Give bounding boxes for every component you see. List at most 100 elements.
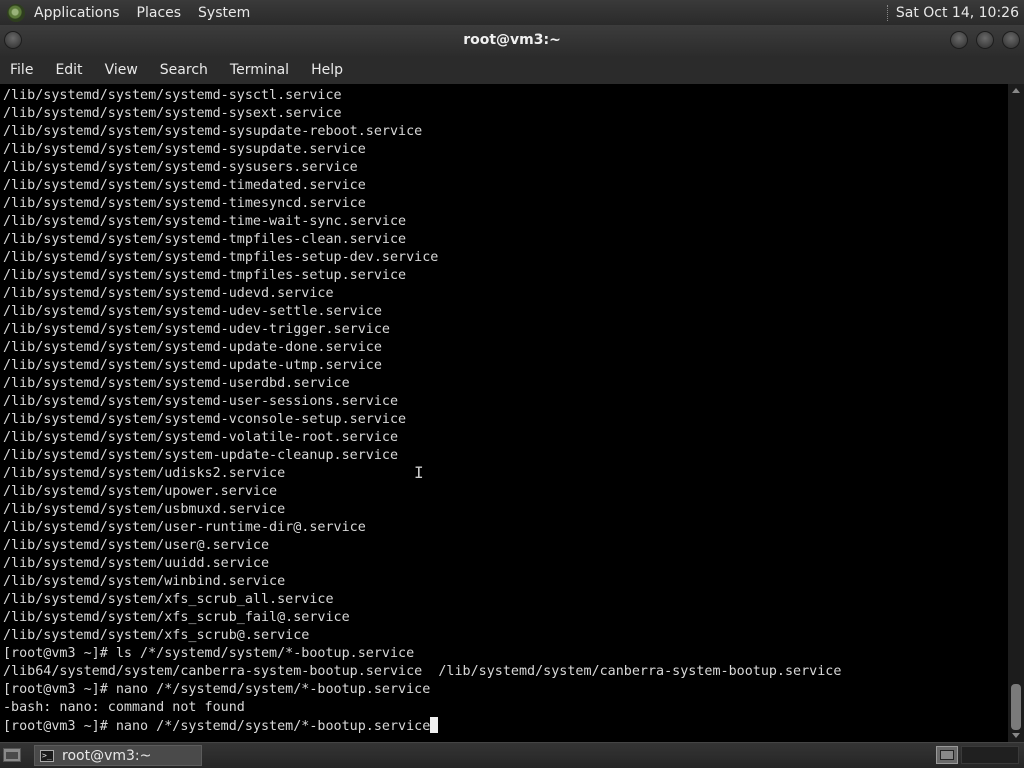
scrollbar-thumb[interactable] (1011, 684, 1021, 730)
terminal-line: /lib/systemd/system/systemd-tmpfiles-set… (3, 249, 841, 267)
terminal-line-text: /lib/systemd/system/user-runtime-dir@.se… (3, 520, 366, 535)
terminal-line: /lib/systemd/system/user@.service (3, 537, 841, 555)
terminal-line-text: /lib/systemd/system/systemd-update-done.… (3, 340, 382, 355)
top-panel: Applications Places System Sat Oct 14, 1… (0, 0, 1024, 25)
terminal-line: /lib64/systemd/system/canberra-system-bo… (3, 663, 841, 681)
show-desktop-icon[interactable] (3, 748, 21, 762)
terminal-line-text: /lib/systemd/system/systemd-update-utmp.… (3, 358, 382, 373)
system-menu[interactable]: System (189, 5, 258, 21)
terminal-line: /lib/systemd/system/systemd-sysupdate-re… (3, 123, 841, 141)
terminal-line: /lib/systemd/system/systemd-volatile-roo… (3, 429, 841, 447)
terminal-line: /lib/systemd/system/systemd-user-session… (3, 393, 841, 411)
terminal-line: /lib/systemd/system/systemd-sysext.servi… (3, 105, 841, 123)
terminal-line: /lib/systemd/system/systemd-time-wait-sy… (3, 213, 841, 231)
terminal-line-text: /lib/systemd/system/user@.service (3, 538, 270, 553)
terminal-line: /lib/systemd/system/systemd-userdbd.serv… (3, 375, 841, 393)
taskbar-item-terminal[interactable]: >_ root@vm3:~ (34, 745, 202, 766)
terminal-line: /lib/systemd/system/systemd-tmpfiles-cle… (3, 231, 841, 249)
terminal-line: /lib/systemd/system/xfs_scrub@.service (3, 627, 841, 645)
menu-edit[interactable]: Edit (44, 62, 93, 78)
terminal-line-text: /lib/systemd/system/system-update-cleanu… (3, 448, 399, 463)
terminal-line-text: [root@vm3 ~]# nano /*/systemd/system/*-b… (3, 682, 431, 697)
terminal-line-text: /lib/systemd/system/upower.service (3, 484, 278, 499)
terminal-line-text: /lib/systemd/system/systemd-sysupdate-re… (3, 124, 423, 139)
terminal-icon: >_ (40, 749, 54, 762)
minimize-button[interactable] (950, 31, 968, 49)
terminal-line: /lib/systemd/system/uuidd.service (3, 555, 841, 573)
terminal-line-text: /lib/systemd/system/usbmuxd.service (3, 502, 286, 517)
terminal-line: /lib/systemd/system/user-runtime-dir@.se… (3, 519, 841, 537)
terminal-line-text: /lib/systemd/system/systemd-timesyncd.se… (3, 196, 366, 211)
terminal-line: /lib/systemd/system/systemd-udevd.servic… (3, 285, 841, 303)
menu-help[interactable]: Help (300, 62, 354, 78)
scroll-up-arrow-icon[interactable] (1012, 88, 1020, 93)
terminal-line-text: /lib/systemd/system/systemd-tmpfiles-set… (3, 250, 439, 265)
workspace-switcher-icon[interactable] (936, 746, 958, 764)
terminal-line: /lib/systemd/system/systemd-sysctl.servi… (3, 87, 841, 105)
terminal-line-text: /lib/systemd/system/systemd-sysupdate.se… (3, 142, 366, 157)
terminal-line-text: /lib64/systemd/system/canberra-system-bo… (3, 664, 842, 679)
terminal-line-text: /lib/systemd/system/udisks2.service (3, 466, 286, 481)
terminal-line-text: /lib/systemd/system/systemd-udev-settle.… (3, 304, 382, 319)
terminal-line: [root@vm3 ~]# ls /*/systemd/system/*-boo… (3, 645, 841, 663)
maximize-button[interactable] (976, 31, 994, 49)
terminal-line: [root@vm3 ~]# nano /*/systemd/system/*-b… (3, 681, 841, 699)
terminal-line-text: /lib/systemd/system/winbind.service (3, 574, 286, 589)
terminal-line: /lib/systemd/system/xfs_scrub_all.servic… (3, 591, 841, 609)
terminal-lines: /lib/systemd/system/systemd-sysctl.servi… (3, 87, 841, 735)
terminal-line-text: /lib/systemd/system/systemd-user-session… (3, 394, 399, 409)
distro-logo-icon[interactable] (7, 3, 25, 22)
terminal-line-text: /lib/systemd/system/xfs_scrub_all.servic… (3, 592, 334, 607)
terminal-line-text: /lib/systemd/system/uuidd.service (3, 556, 270, 571)
terminal-line: /lib/systemd/system/systemd-sysupdate.se… (3, 141, 841, 159)
workspace-2[interactable] (961, 746, 1019, 764)
terminal-line-text: /lib/systemd/system/systemd-sysctl.servi… (3, 88, 342, 103)
terminal-line-text: /lib/systemd/system/systemd-tmpfiles-cle… (3, 232, 407, 247)
window-titlebar[interactable]: root@vm3:~ (0, 25, 1024, 56)
taskbar-item-label: root@vm3:~ (62, 747, 152, 764)
terminal-line: /lib/systemd/system/systemd-update-done.… (3, 339, 841, 357)
terminal-line: /lib/systemd/system/upower.service (3, 483, 841, 501)
text-cursor-ibeam-icon: I (414, 463, 424, 482)
menu-terminal[interactable]: Terminal (219, 62, 300, 78)
terminal-line: [root@vm3 ~]# nano /*/systemd/system/*-b… (3, 717, 841, 735)
menu-view[interactable]: View (94, 62, 149, 78)
terminal-output[interactable]: /lib/systemd/system/systemd-sysctl.servi… (0, 84, 1008, 742)
terminal-line-text: /lib/systemd/system/systemd-tmpfiles-set… (3, 268, 407, 283)
terminal-line: /lib/systemd/system/systemd-tmpfiles-set… (3, 267, 841, 285)
terminal-scrollbar[interactable] (1008, 84, 1024, 742)
terminal-line: /lib/systemd/system/systemd-vconsole-set… (3, 411, 841, 429)
close-button[interactable] (1002, 31, 1020, 49)
menu-file[interactable]: File (0, 62, 44, 78)
terminal-line-text: [root@vm3 ~]# ls /*/systemd/system/*-boo… (3, 646, 415, 661)
terminal-line-text: /lib/systemd/system/systemd-udev-trigger… (3, 322, 390, 337)
terminal-line: /lib/systemd/system/xfs_scrub_fail@.serv… (3, 609, 841, 627)
terminal-line: /lib/systemd/system/systemd-timesyncd.se… (3, 195, 841, 213)
terminal-line: /lib/systemd/system/systemd-timedated.se… (3, 177, 841, 195)
terminal-line: /lib/systemd/system/systemd-udev-trigger… (3, 321, 841, 339)
terminal-line: /lib/systemd/system/systemd-update-utmp.… (3, 357, 841, 375)
terminal-line-text: /lib/systemd/system/systemd-volatile-roo… (3, 430, 399, 445)
bottom-panel: >_ root@vm3:~ (0, 742, 1024, 768)
terminal-line-text: /lib/systemd/system/xfs_scrub_fail@.serv… (3, 610, 350, 625)
menubar: File Edit View Search Terminal Help (0, 56, 1024, 84)
terminal-line: /lib/systemd/system/systemd-sysusers.ser… (3, 159, 841, 177)
menu-search[interactable]: Search (149, 62, 219, 78)
terminal-line-text: /lib/systemd/system/systemd-timedated.se… (3, 178, 366, 193)
terminal-line-text: /lib/systemd/system/xfs_scrub@.service (3, 628, 310, 643)
terminal-line-text: [root@vm3 ~]# nano /*/systemd/system/*-b… (3, 719, 431, 734)
terminal-line: -bash: nano: command not found (3, 699, 841, 717)
panel-grip (886, 4, 890, 21)
terminal-line-text: /lib/systemd/system/systemd-time-wait-sy… (3, 214, 407, 229)
terminal-line-text: /lib/systemd/system/systemd-sysusers.ser… (3, 160, 358, 175)
places-menu[interactable]: Places (128, 5, 190, 21)
terminal-line-text: /lib/systemd/system/systemd-udevd.servic… (3, 286, 334, 301)
applications-menu[interactable]: Applications (33, 5, 128, 21)
terminal-line-text: /lib/systemd/system/systemd-vconsole-set… (3, 412, 407, 427)
terminal-line-text: /lib/systemd/system/systemd-sysext.servi… (3, 106, 342, 121)
terminal-line: /lib/systemd/system/systemd-udev-settle.… (3, 303, 841, 321)
scroll-down-arrow-icon[interactable] (1012, 733, 1020, 738)
terminal-cursor (430, 717, 439, 733)
window-title: root@vm3:~ (463, 32, 561, 48)
clock[interactable]: Sat Oct 14, 10:26 (896, 5, 1024, 21)
